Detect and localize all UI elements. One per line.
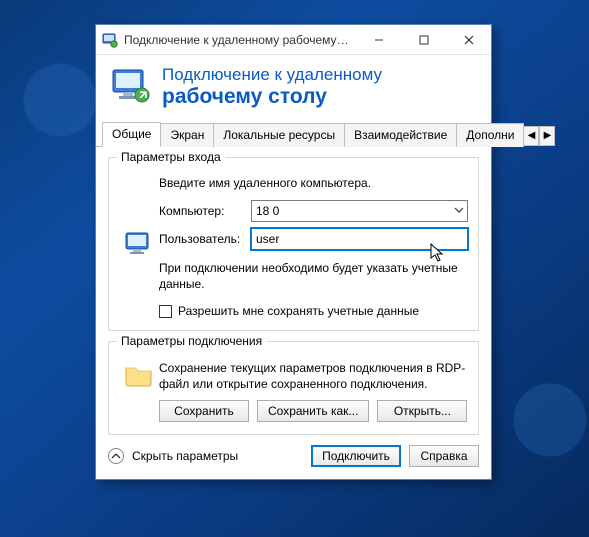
- computer-label: Компьютер:: [159, 204, 251, 218]
- tab-local-resources[interactable]: Локальные ресурсы: [213, 123, 345, 147]
- chevron-down-icon: [454, 204, 464, 218]
- titlebar: Подключение к удаленному рабочему с...: [96, 25, 491, 55]
- banner-line2: рабочему столу: [162, 85, 382, 108]
- disclose-label[interactable]: Скрыть параметры: [132, 449, 238, 463]
- tab-scroll: ◀ ▶: [523, 126, 555, 146]
- save-as-button[interactable]: Сохранить как...: [257, 400, 369, 422]
- disclose-button[interactable]: [108, 448, 124, 464]
- close-button[interactable]: [446, 25, 491, 54]
- open-button[interactable]: Открыть...: [377, 400, 467, 422]
- computer-combobox[interactable]: 18 0: [251, 200, 468, 222]
- login-legend: Параметры входа: [117, 150, 225, 164]
- user-label: Пользователь:: [159, 232, 251, 246]
- save-credentials-label: Разрешить мне сохранять учетные данные: [178, 304, 419, 318]
- help-button[interactable]: Справка: [409, 445, 479, 467]
- connection-groupbox: Параметры подключения Сохранение текущих…: [108, 341, 479, 435]
- login-groupbox: Параметры входа Введите имя удаленного к…: [108, 157, 479, 331]
- tab-scroll-left[interactable]: ◀: [523, 126, 539, 146]
- connection-desc: Сохранение текущих параметров подключени…: [159, 360, 468, 392]
- rdp-window: Подключение к удаленному рабочему с... П…: [95, 24, 492, 480]
- user-input[interactable]: user: [251, 228, 468, 250]
- save-credentials-checkbox[interactable]: [159, 305, 172, 318]
- computer-icon: [123, 229, 155, 264]
- login-prompt: Введите имя удаленного компьютера.: [159, 176, 468, 190]
- app-icon: [102, 32, 118, 48]
- banner-text: Подключение к удаленному рабочему столу: [162, 65, 382, 108]
- tab-experience[interactable]: Взаимодействие: [344, 123, 457, 147]
- save-button[interactable]: Сохранить: [159, 400, 249, 422]
- tab-display[interactable]: Экран: [160, 123, 214, 147]
- minimize-button[interactable]: [356, 25, 401, 54]
- maximize-button[interactable]: [401, 25, 446, 54]
- tab-general[interactable]: Общие: [102, 122, 161, 147]
- window-title: Подключение к удаленному рабочему с...: [124, 33, 356, 47]
- tab-bar: Общие Экран Локальные ресурсы Взаимодейс…: [96, 122, 491, 147]
- tab-advanced[interactable]: Дополни: [456, 123, 524, 147]
- user-value: user: [256, 232, 279, 246]
- folder-icon: [124, 362, 154, 391]
- computer-value: 18 0: [256, 204, 279, 218]
- banner-line1: Подключение к удаленному: [162, 65, 382, 85]
- tab-scroll-right[interactable]: ▶: [539, 126, 555, 146]
- connect-button[interactable]: Подключить: [311, 445, 401, 467]
- banner: Подключение к удаленному рабочему столу: [96, 55, 491, 122]
- rdp-banner-icon: [110, 65, 152, 107]
- footer: Скрыть параметры Подключить Справка: [96, 435, 491, 479]
- connection-legend: Параметры подключения: [117, 334, 266, 348]
- credentials-note: При подключении необходимо будет указать…: [159, 260, 468, 292]
